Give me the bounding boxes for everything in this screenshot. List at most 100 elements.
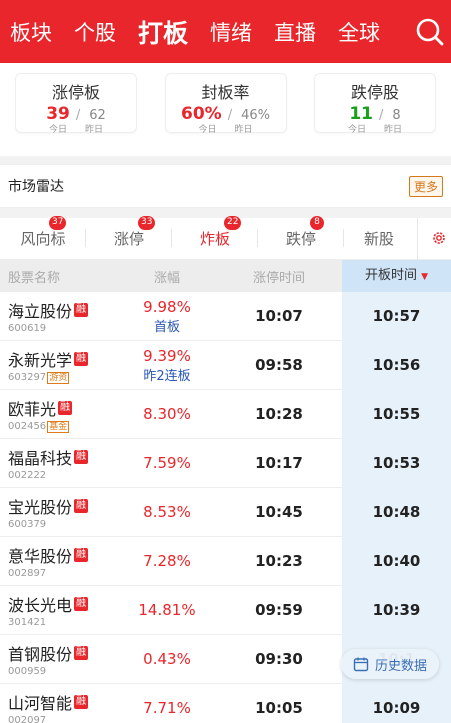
- stats-panel: 涨停板 39/62 今日 昨日 封板率 60%/46% 今日 昨日 跌停股 11/8…: [0, 63, 451, 156]
- table-row[interactable]: 海立股份融 600619 9.98% 首板 10:07 10:57: [0, 291, 451, 341]
- tab-limit-down[interactable]: 跌停 8: [258, 216, 344, 249]
- open-time-cell: 10:48: [342, 487, 451, 537]
- limit-time-cell: 09:59: [255, 601, 303, 619]
- margin-badge: 融: [74, 694, 89, 709]
- today-label: 今日: [198, 125, 217, 135]
- rise-value: 7.71%: [143, 699, 191, 717]
- stock-name-cell: 海立股份融 600619: [0, 292, 118, 341]
- nav-tab-global[interactable]: 全球: [338, 17, 380, 47]
- stat-today-value: 39: [46, 104, 70, 124]
- margin-badge: 融: [74, 449, 89, 464]
- header-open-time-label: 开板时间: [364, 268, 417, 283]
- history-data-button[interactable]: 历史数据: [341, 649, 439, 679]
- rise-value: 9.98%: [143, 297, 191, 316]
- stat-title: 涨停板: [51, 83, 100, 102]
- limit-time-cell: 10:23: [255, 552, 303, 570]
- rise-cell: 0.43%: [118, 650, 216, 668]
- today-label: 今日: [48, 125, 67, 135]
- tab-label: 风向标: [20, 230, 66, 248]
- open-time-cell: 10:09: [342, 683, 451, 723]
- stat-card-seal-rate[interactable]: 封板率 60%/46% 今日 昨日: [164, 73, 287, 135]
- sub-tab-bar: 风向标 37 涨停 33 炸板 22 跌停 8 新股: [0, 216, 451, 262]
- open-time-cell: 10:57: [342, 291, 451, 341]
- table-row[interactable]: 意华股份融 002897 7.28% 10:23 10:40: [0, 536, 451, 586]
- stock-name: 山河智能: [8, 693, 73, 713]
- table-row[interactable]: 山河智能融 002097 7.71% 10:05 10:09: [0, 683, 451, 723]
- market-radar-bar: 市场雷达 更多: [0, 164, 451, 208]
- search-icon[interactable]: [415, 17, 445, 47]
- margin-badge: 融: [74, 351, 89, 366]
- nav-tab-stock[interactable]: 个股: [74, 17, 116, 47]
- count-badge: 22: [224, 216, 242, 230]
- today-label: 今日: [347, 125, 366, 135]
- open-time-cell: 10:55: [342, 389, 451, 439]
- nav-tab-sector[interactable]: 板块: [10, 17, 52, 47]
- table-row[interactable]: 宝光股份融 600379 8.53% 10:45 10:48: [0, 487, 451, 537]
- stock-code: 301421: [8, 616, 47, 628]
- stock-name-cell: 意华股份融 002897: [0, 537, 118, 586]
- tab-label: 涨停: [113, 230, 144, 248]
- stock-name: 欧菲光: [8, 399, 57, 419]
- margin-badge: 融: [74, 498, 89, 513]
- stat-today-value: 60%: [181, 104, 222, 124]
- table-row[interactable]: 福晶科技融 002222 7.59% 10:17 10:53: [0, 438, 451, 488]
- table-header: 股票名称 涨幅 涨停时间 开板时间 ▼: [0, 260, 451, 292]
- rise-cell: 7.71%: [118, 699, 216, 717]
- stock-code: 002097: [8, 714, 47, 723]
- rise-value: 0.43%: [143, 650, 191, 668]
- yesterday-label: 昨日: [85, 125, 104, 135]
- stat-yesterday-value: 62: [89, 108, 106, 123]
- margin-badge: 融: [74, 596, 89, 611]
- table-row[interactable]: 永新光学融 603297 游资 9.39% 昨2连板 09:58 10:56: [0, 340, 451, 390]
- nav-tab-live[interactable]: 直播: [274, 17, 316, 47]
- margin-badge: 融: [58, 400, 73, 415]
- table-row[interactable]: 欧菲光融 002456 基金 8.30% 10:28 10:55: [0, 389, 451, 439]
- stock-name-cell: 山河智能融 002097: [0, 684, 118, 723]
- stat-today-value: 11: [349, 104, 373, 124]
- gear-icon[interactable]: [431, 230, 447, 246]
- margin-badge: 融: [74, 645, 89, 660]
- count-badge: 37: [49, 216, 67, 230]
- stat-card-limit-down[interactable]: 跌停股 11/8 今日 昨日: [314, 73, 436, 135]
- header-stock-name[interactable]: 股票名称: [0, 267, 118, 286]
- rise-value: 7.59%: [143, 454, 191, 472]
- board-count: 首板: [153, 319, 180, 335]
- stat-yesterday-value: 46%: [241, 108, 270, 123]
- stock-code: 002222: [8, 469, 47, 481]
- rise-value: 9.39%: [143, 346, 191, 365]
- tab-label: 炸板: [199, 230, 230, 248]
- stock-code: 002897: [8, 567, 47, 579]
- tab-new-stock[interactable]: 新股: [344, 228, 414, 249]
- tab-limit-up[interactable]: 涨停 33: [86, 216, 172, 249]
- open-time-cell: 10:40: [342, 536, 451, 586]
- tab-weathervane[interactable]: 风向标 37: [0, 216, 86, 249]
- limit-time-cell: 10:05: [255, 699, 303, 717]
- stock-tag: 基金: [47, 420, 70, 433]
- stock-name: 宝光股份: [8, 497, 73, 517]
- limit-time-cell: 10:28: [255, 405, 303, 423]
- stock-code: 002456: [8, 421, 47, 432]
- header-limit-time[interactable]: 涨停时间: [216, 267, 342, 286]
- stock-code: 603297: [8, 372, 47, 383]
- nav-tab-sentiment[interactable]: 情绪: [210, 17, 252, 47]
- rise-value: 7.28%: [143, 552, 191, 570]
- stock-code: 000959: [8, 665, 47, 677]
- rise-value: 14.81%: [138, 601, 196, 619]
- rise-cell: 8.53%: [118, 503, 216, 521]
- limit-time-cell: 10:45: [255, 503, 303, 521]
- stock-name-cell: 波长光电融 301421: [0, 586, 118, 635]
- stat-yesterday-value: 8: [392, 108, 401, 123]
- more-button[interactable]: 更多: [408, 175, 443, 197]
- header-open-time[interactable]: 开板时间 ▼: [342, 260, 451, 292]
- stock-name-cell: 福晶科技融 002222: [0, 439, 118, 488]
- stat-card-limit-up[interactable]: 涨停板 39/62 今日 昨日: [15, 73, 137, 135]
- nav-tab-limit-board[interactable]: 打板: [138, 14, 188, 50]
- stock-code: 600379: [8, 518, 47, 530]
- stock-name-cell: 首钢股份融 000959: [0, 635, 118, 684]
- yesterday-label: 昨日: [234, 125, 253, 135]
- header-rise[interactable]: 涨幅: [118, 267, 216, 286]
- count-badge: 8: [310, 216, 324, 230]
- margin-badge: 融: [74, 547, 89, 562]
- table-row[interactable]: 波长光电融 301421 14.81% 09:59 10:39: [0, 585, 451, 635]
- tab-broken-board[interactable]: 炸板 22: [172, 216, 258, 262]
